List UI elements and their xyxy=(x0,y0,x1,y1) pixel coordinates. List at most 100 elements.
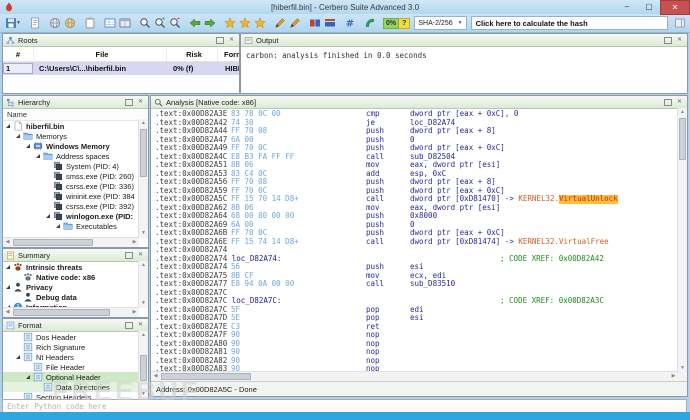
web-edit-icon[interactable] xyxy=(63,16,78,31)
tree-item[interactable]: Debug data xyxy=(3,292,148,302)
hierarchy-horizontal-scrollbar[interactable]: ◀ ▶ xyxy=(3,237,139,247)
scrollbar-thumb[interactable] xyxy=(13,309,110,316)
scroll-up-icon[interactable]: ▲ xyxy=(139,261,148,270)
risk-badge[interactable]: 0% ? xyxy=(382,17,411,29)
disasm-api-module[interactable]: KERNEL32. xyxy=(518,194,559,204)
tree-item[interactable]: Memorys xyxy=(3,131,148,141)
tree-item[interactable]: winlogon.exe (PID: xyxy=(3,211,148,221)
tree-item[interactable]: Data Directories xyxy=(3,382,148,392)
tree-expander-icon[interactable] xyxy=(56,224,60,228)
search-icon[interactable] xyxy=(138,16,153,31)
tree-item[interactable]: Address spaces xyxy=(3,151,148,161)
roots-column-header[interactable]: Risk xyxy=(167,47,218,61)
chevron-down-icon[interactable]: ▼ xyxy=(16,20,21,26)
disasm-api-module[interactable]: KERNEL32. xyxy=(518,237,559,247)
tree-expander-icon[interactable] xyxy=(46,214,50,218)
roots-column-header[interactable]: # xyxy=(3,47,34,61)
float-icon[interactable] xyxy=(125,252,133,259)
disassembly-line[interactable]: .text:0x00D82A6E FF 15 74 14 D8+ call dword… xyxy=(151,237,687,247)
scroll-up-icon[interactable]: ▲ xyxy=(678,108,687,117)
report-icon[interactable] xyxy=(28,16,43,31)
tree-expander-icon[interactable] xyxy=(36,154,40,158)
hierarchy-vertical-scrollbar[interactable]: ▲ ▼ xyxy=(138,119,148,238)
tree-item[interactable]: File Header xyxy=(3,362,148,372)
disasm-api-name[interactable]: VirtualFree xyxy=(559,237,609,247)
analysis-vertical-scrollbar[interactable]: ▲ ▼ xyxy=(677,108,687,373)
paste-icon[interactable] xyxy=(83,16,98,31)
disasm-api-name[interactable]: VirtualUnlock xyxy=(559,194,618,204)
web-icon[interactable] xyxy=(48,16,63,31)
scroll-right-icon[interactable]: ▶ xyxy=(130,238,139,247)
tree-item[interactable]: hiberfil.bin xyxy=(3,121,148,131)
close-icon[interactable]: ✕ xyxy=(227,36,236,45)
scroll-down-icon[interactable]: ▼ xyxy=(678,364,687,373)
summary-horizontal-scrollbar[interactable]: ◀ ▶ xyxy=(3,307,139,317)
tree-item[interactable]: System (PID: 4) xyxy=(3,161,148,171)
hierarchy-name-column-header[interactable]: Name xyxy=(3,109,148,121)
scroll-up-icon[interactable]: ▲ xyxy=(139,331,148,340)
nav-forward-icon[interactable] xyxy=(203,16,218,31)
hex-view-icon[interactable] xyxy=(103,16,118,31)
analysis-horizontal-scrollbar[interactable]: ◀ ▶ xyxy=(151,371,687,381)
scroll-down-icon[interactable]: ▼ xyxy=(139,390,148,399)
scroll-right-icon[interactable]: ▶ xyxy=(130,308,139,317)
tree-item[interactable]: Executables xyxy=(3,221,148,231)
tree-item[interactable]: Rich Signature xyxy=(3,342,148,352)
close-icon[interactable]: ✕ xyxy=(136,98,145,107)
shell-icon[interactable] xyxy=(363,16,378,31)
tree-item[interactable]: Optional Header xyxy=(3,372,148,382)
hash-algo-select[interactable]: SHA-2/256 ▼ xyxy=(414,16,467,30)
tree-item[interactable]: wininit.exe (PID: 384 xyxy=(3,191,148,201)
tree-expander-icon[interactable] xyxy=(16,355,20,359)
hash-field[interactable]: Click here to calculate the hash xyxy=(470,16,668,30)
close-icon[interactable]: ✕ xyxy=(675,36,684,45)
tree-item[interactable]: Privacy xyxy=(3,282,148,292)
tree-item[interactable]: Native code: x86 xyxy=(3,272,148,282)
table-row[interactable]: 1 C:\Users\C\...\hiberfil.bin 0% (f) HIBR xyxy=(3,62,239,75)
python-code-input[interactable] xyxy=(3,400,686,412)
float-icon[interactable] xyxy=(125,99,133,106)
roots-column-header[interactable]: Format xyxy=(218,47,239,61)
bookmark-remove-icon[interactable] xyxy=(253,16,268,31)
close-icon[interactable]: ✕ xyxy=(136,251,145,260)
edit-icon[interactable] xyxy=(288,16,303,31)
scroll-down-icon[interactable]: ▼ xyxy=(139,299,148,308)
tree-expander-icon[interactable] xyxy=(26,375,30,379)
close-icon[interactable]: ✕ xyxy=(675,98,684,107)
scrollbar-thumb[interactable] xyxy=(679,118,686,160)
search-prev-icon[interactable] xyxy=(168,16,183,31)
tree-expander-icon[interactable] xyxy=(26,144,30,148)
layout-panes-icon[interactable] xyxy=(323,16,338,31)
scroll-down-icon[interactable]: ▼ xyxy=(139,229,148,238)
close-icon[interactable]: ✕ xyxy=(136,321,145,330)
scroll-up-icon[interactable]: ▲ xyxy=(139,119,148,128)
layout-split-icon[interactable] xyxy=(308,16,323,31)
scrollbar-thumb[interactable] xyxy=(161,373,251,380)
tree-expander-icon[interactable] xyxy=(6,124,10,128)
summary-vertical-scrollbar[interactable]: ▲ ▼ xyxy=(138,261,148,308)
disassembly-line[interactable]: .text:0x00D82A77 E8 94 0A 00 00 call sub_D8… xyxy=(151,279,687,289)
table-view-icon[interactable] xyxy=(118,16,133,31)
tools-icon[interactable] xyxy=(273,16,288,31)
minimize-button[interactable]: – xyxy=(616,0,638,13)
tree-expander-icon[interactable] xyxy=(6,265,10,269)
tree-item[interactable]: csrss.exe (PID: 392) xyxy=(3,201,148,211)
nav-back-icon[interactable] xyxy=(188,16,203,31)
bookmark-add-icon[interactable] xyxy=(223,16,238,31)
scroll-left-icon[interactable]: ◀ xyxy=(3,308,12,317)
tree-item[interactable]: csrss.exe (PID: 336) xyxy=(3,181,148,191)
tree-item[interactable]: Dos Header xyxy=(3,332,148,342)
number-base-icon[interactable]: # xyxy=(343,16,358,31)
format-vertical-scrollbar[interactable]: ▲ ▼ xyxy=(138,331,148,399)
float-icon[interactable] xyxy=(664,37,672,44)
tree-item[interactable]: smss.exe (PID: 260) xyxy=(3,171,148,181)
roots-column-header[interactable]: File xyxy=(34,47,167,61)
scrollbar-thumb[interactable] xyxy=(140,129,147,177)
tree-item[interactable]: Section Headers xyxy=(3,392,148,399)
float-icon[interactable] xyxy=(216,37,224,44)
scroll-left-icon[interactable]: ◀ xyxy=(3,238,12,247)
panel-toggle-icon[interactable] xyxy=(672,16,687,31)
tree-item[interactable]: Windows Memory xyxy=(3,141,148,151)
close-button[interactable]: ✕ xyxy=(660,0,690,15)
tree-item[interactable]: Nt Headers xyxy=(3,352,148,362)
